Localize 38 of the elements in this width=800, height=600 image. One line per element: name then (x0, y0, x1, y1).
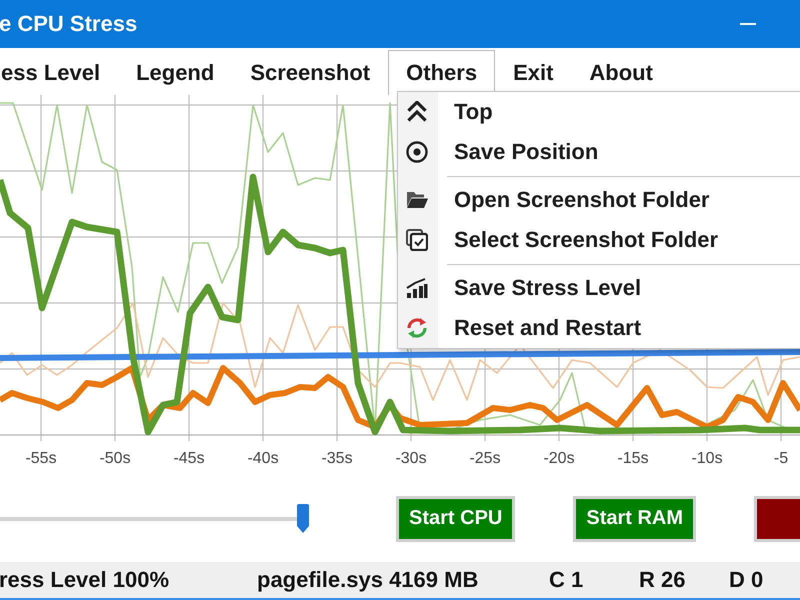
axis-tick-label: -20s (543, 450, 575, 467)
circle-dot-icon (406, 141, 428, 163)
menu-item[interactable]: ess Level (0, 50, 118, 95)
circular-arrows-icon (406, 317, 428, 339)
menu-option[interactable]: Reset and Restart (398, 308, 800, 348)
menu-option[interactable]: Top (398, 92, 800, 132)
menu-item[interactable]: About (571, 50, 671, 95)
menu-option[interactable]: Select Screenshot Folder (398, 220, 800, 260)
axis-tick-label: -45s (173, 450, 205, 467)
status-text: D 0 (729, 567, 764, 593)
status-text: pagefile.sys 4169 MB (257, 567, 480, 593)
menu-item[interactable]: Exit (495, 50, 572, 95)
axis-tick-label: -30s (395, 450, 427, 467)
axis-tick-label: -35s (321, 450, 353, 467)
axis-tick-label: -50s (99, 450, 131, 467)
axis-tick-label: -55s (25, 450, 57, 467)
menu-item[interactable]: Legend (118, 50, 232, 95)
menu-option[interactable]: Open Screenshot Folder (398, 180, 800, 220)
bar-chart-icon (406, 277, 428, 299)
window-title: e CPU Stress (0, 11, 138, 37)
status-text: C 1 (549, 567, 584, 593)
axis-tick-label: -40s (247, 450, 279, 467)
menu-option[interactable]: Save Position (398, 132, 800, 172)
checkbox-icon (406, 229, 428, 251)
menu-item[interactable]: Others (388, 50, 496, 95)
axis-tick-label: -10s (691, 450, 723, 467)
axis-tick-label: -25s (469, 450, 501, 467)
axis-tick-label: -15s (617, 450, 649, 467)
folder-icon (406, 189, 428, 211)
slider-thumb[interactable] (296, 504, 310, 534)
start-button[interactable]: Start RAM (573, 496, 696, 542)
menu-item[interactable]: Screenshot (232, 50, 388, 95)
status-text: ress Level 100% (0, 567, 170, 593)
axis-tick-label: -5 (774, 450, 788, 467)
status-text: R 26 (639, 567, 686, 593)
start-button[interactable]: Start CPU (396, 496, 516, 542)
menu-option[interactable]: Save Stress Level (398, 268, 800, 308)
double-chevron-up-icon (406, 101, 428, 123)
